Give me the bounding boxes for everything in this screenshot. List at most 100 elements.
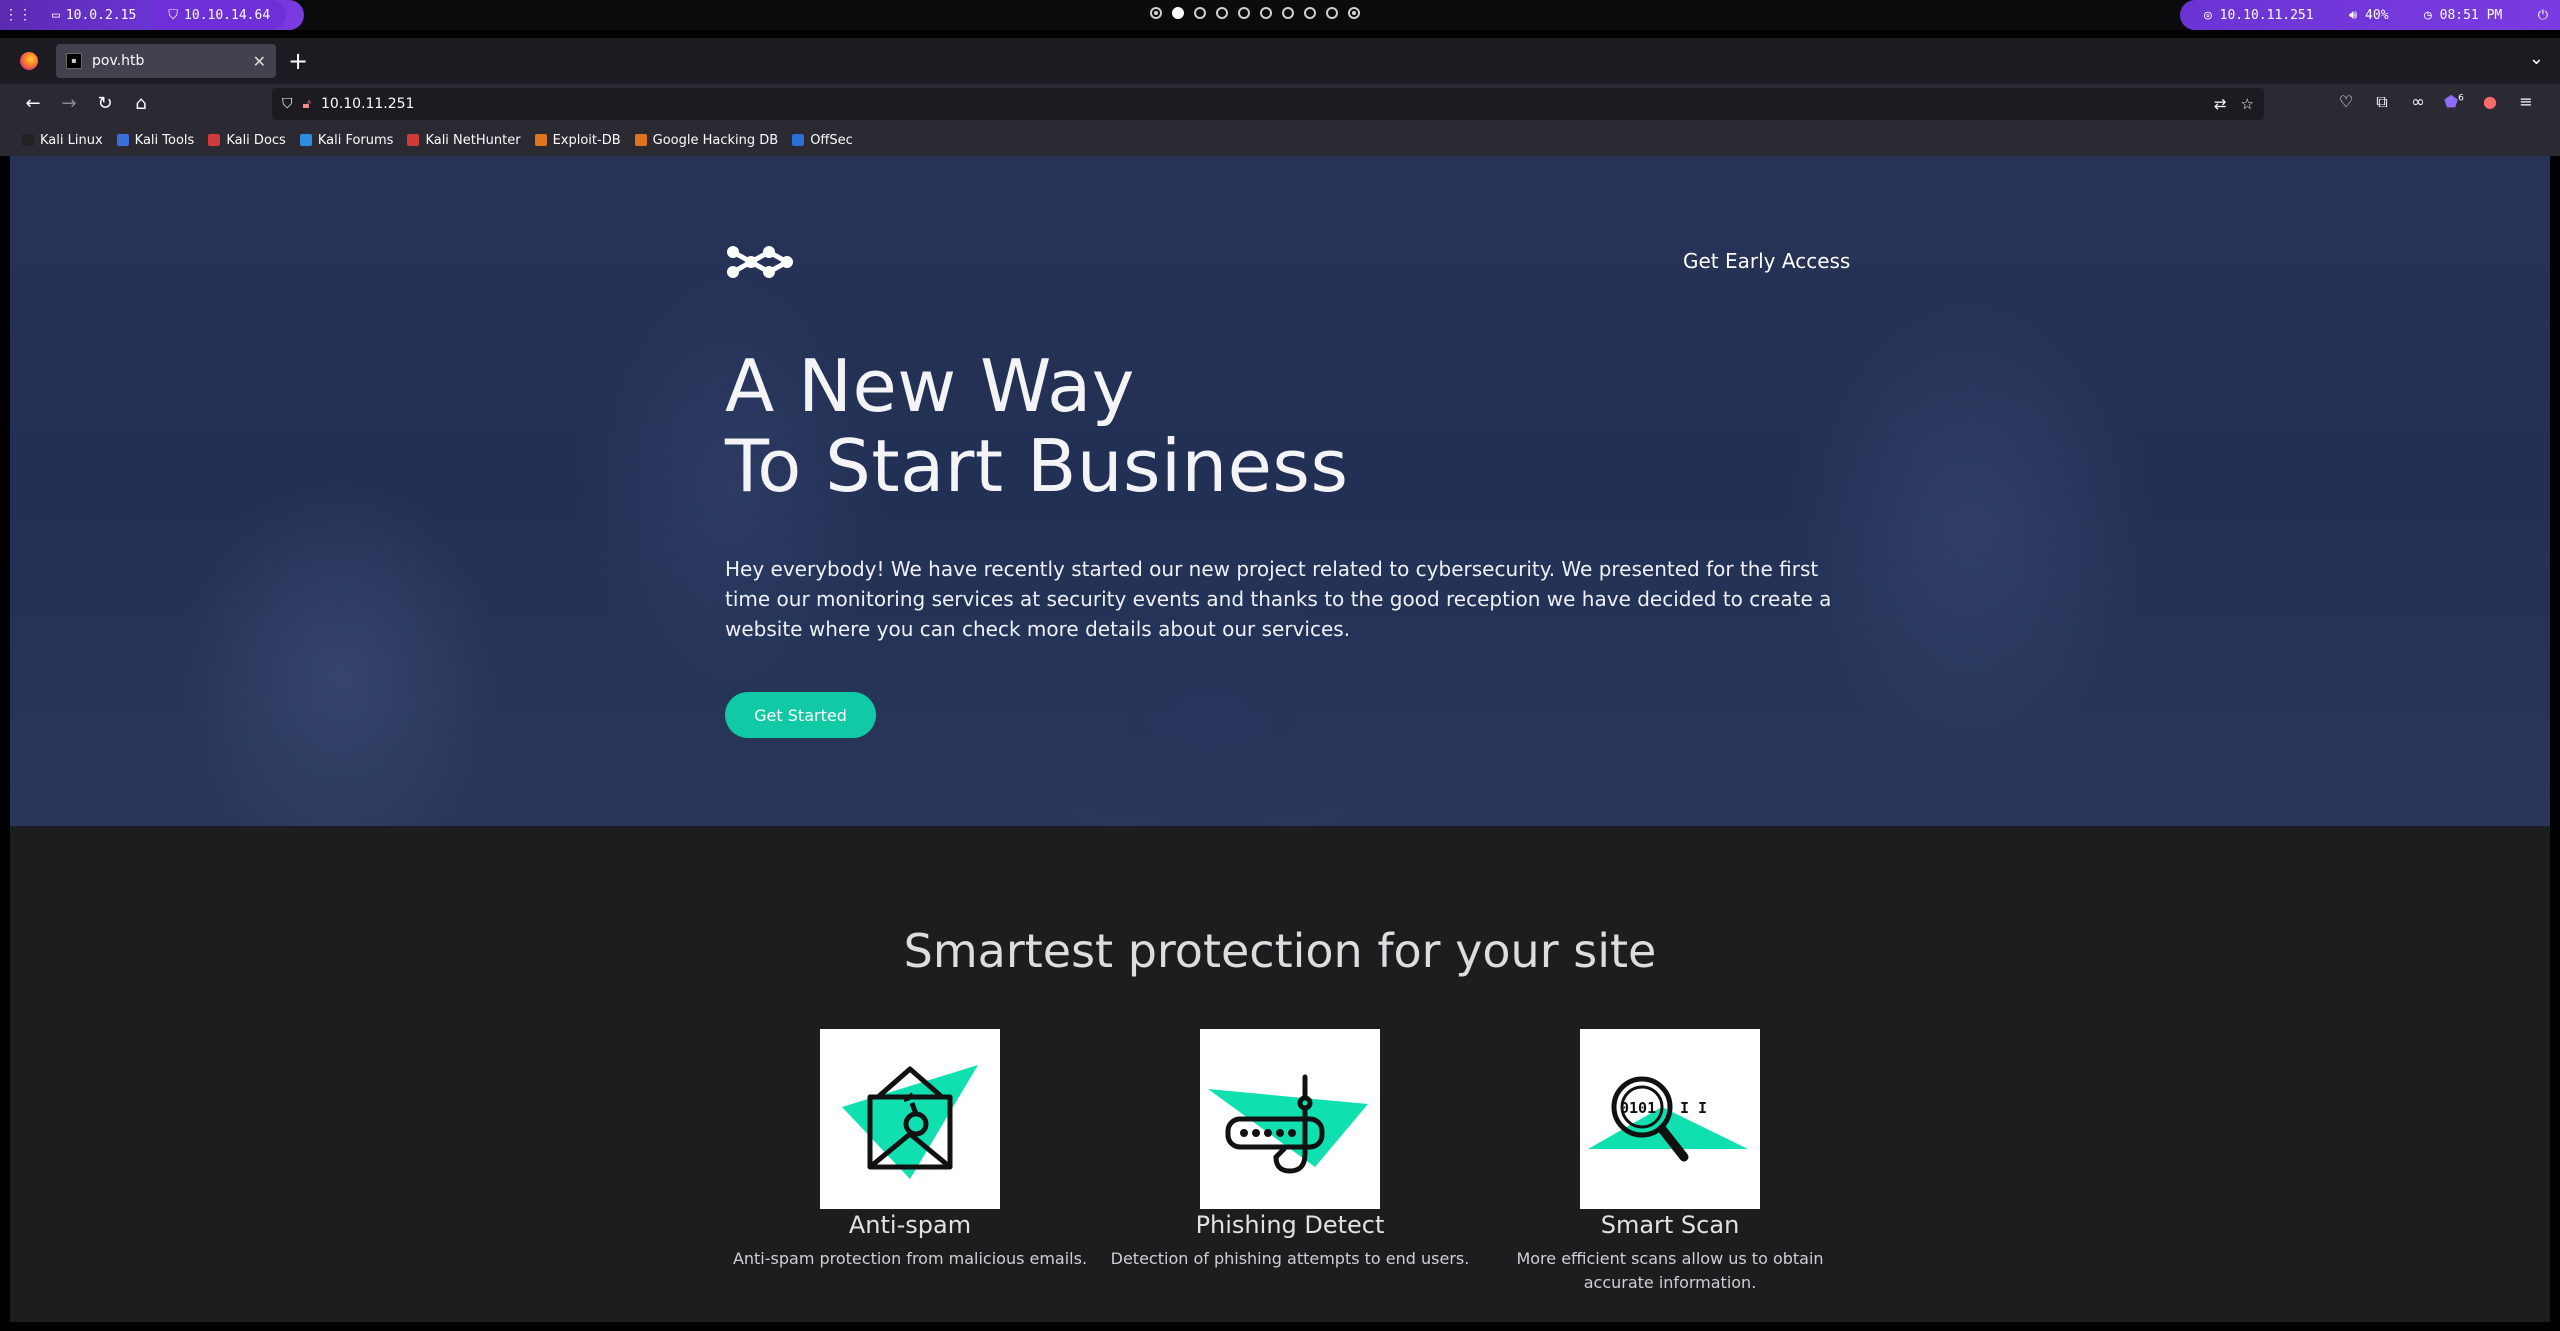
bookmark-item[interactable]: Exploit-DB (534, 132, 621, 148)
extension-badge: 6 (2458, 93, 2464, 104)
app-menu-icon[interactable]: ≡ (2514, 92, 2538, 111)
target-ip-text: 10.10.11.251 (2219, 7, 2314, 23)
bookmark-item[interactable]: OffSec (792, 133, 853, 148)
workspace-dot-4[interactable] (1216, 7, 1228, 19)
bookmark-item[interactable]: Kali NetHunter (407, 132, 521, 148)
close-tab-icon[interactable]: ✕ (253, 52, 266, 71)
hero-heading-line-1: A New Way (725, 344, 1135, 428)
reload-icon[interactable]: ↻ (93, 92, 117, 116)
foxyproxy-icon[interactable]: ∞ (2406, 92, 2430, 111)
vpn-ip-indicator: ▭ 10.0.2.15 (36, 0, 152, 30)
bookmark-item[interactable]: Google Hacking DB (634, 132, 779, 148)
bookmark-label: Google Hacking DB (652, 132, 779, 148)
status-pill: ◎ 10.10.11.251 🔊︎ 40% ◷ 08:51 PM ⏻ (2180, 0, 2560, 30)
web-page: Get Early Access A New Way To Start Busi… (10, 156, 2550, 1322)
bookmark-favicon-icon (407, 134, 420, 146)
tun-ip-text: 10.10.14.64 (184, 7, 271, 23)
bookmark-favicon-icon (22, 134, 34, 146)
svg-text:I I: I I (1680, 1099, 1707, 1117)
tab-title: pov.htb (92, 53, 145, 69)
workspace-dot-9[interactable] (1326, 7, 1338, 19)
back-arrow-icon[interactable]: ← (21, 92, 45, 116)
workspace-dot-6[interactable] (1260, 7, 1272, 19)
get-started-button[interactable]: Get Started (725, 692, 876, 738)
phishing-hook-icon (1200, 1029, 1380, 1209)
insecure-lock-icon[interactable]: 🔓︎ (303, 97, 311, 112)
network-pill: ⋮⋮ ▭ 10.0.2.15 ⛉ 10.10.14.64 (0, 0, 304, 30)
target-ip-indicator: ◎ 10.10.11.251 (2204, 7, 2314, 23)
bookmark-label: OffSec (810, 132, 853, 148)
bookmark-label: Kali NetHunter (425, 132, 521, 148)
hero-section: Get Early Access A New Way To Start Busi… (10, 156, 2550, 826)
pocket-icon[interactable]: ♡ (2334, 92, 2358, 111)
new-tab-button[interactable]: + (288, 46, 308, 76)
bookmark-item[interactable]: Kali Linux (22, 133, 103, 148)
browser-nav-bar: ← → ↻ ⌂ ⛉ 🔓︎ 10.10.11.251 ⇄ ☆ ♡ ⧉ ∞ ⬟6 ●… (0, 84, 2560, 124)
url-text[interactable]: 10.10.11.251 (321, 96, 2200, 112)
feature-card-smart-scan: 0101 I I Smart Scan More efficient scans … (1480, 1029, 1860, 1295)
volume-indicator[interactable]: 🔊︎ 40% (2349, 8, 2389, 23)
envelope-bomb-icon (820, 1029, 1000, 1209)
hero-heading-line-2: To Start Business (725, 424, 1349, 508)
workspace-dot-2[interactable] (1172, 7, 1184, 19)
list-all-tabs-chevron-icon[interactable]: ⌄ (2529, 48, 2544, 69)
bookmark-item[interactable]: Kali Forums (299, 132, 394, 148)
hero-description: Hey everybody! We have recently started … (725, 557, 1832, 641)
extension-icon[interactable]: ● (2478, 92, 2502, 111)
bookmark-label: Kali Docs (226, 132, 286, 148)
feature-card-anti-spam: Anti-spam Anti-spam protection from mali… (720, 1029, 1100, 1271)
desktop-top-bar: ⋮⋮ ▭ 10.0.2.15 ⛉ 10.10.14.64 ◎ 10.10.11.… (0, 0, 2560, 30)
shield-icon: ⛉ (168, 7, 179, 23)
app-grid-icon[interactable]: ⋮⋮ (0, 7, 36, 23)
bookmark-label: Kali Tools (134, 132, 195, 148)
bookmark-label: Kali Forums (317, 132, 394, 148)
vpn-ip-text: 10.0.2.15 (65, 7, 137, 23)
features-heading: Smartest protection for your site (903, 924, 1657, 978)
bookmark-favicon-icon (634, 134, 647, 146)
tracking-shield-icon[interactable]: ⛉ (282, 96, 293, 112)
feature-description: Anti-spam protection from malicious emai… (732, 1249, 1088, 1268)
features-section: Smartest protection for your site Anti-s… (10, 826, 2550, 1322)
feature-title: Smart Scan (1600, 1211, 1740, 1239)
get-early-access-link[interactable]: Get Early Access (1683, 249, 1850, 273)
svg-text:0101: 0101 (1620, 1099, 1656, 1117)
site-logo-icon[interactable] (725, 240, 795, 284)
bookmark-label: Kali Linux (40, 132, 103, 148)
workspace-dot-3[interactable] (1194, 7, 1206, 19)
bookmarks-bar: Kali Linux Kali Tools Kali Docs Kali Forums… (0, 124, 2560, 156)
power-icon[interactable]: ⏻ (2538, 8, 2548, 23)
bookmark-item[interactable]: Kali Tools (116, 132, 195, 148)
monitor-icon: ▭ (52, 7, 60, 23)
forward-arrow-icon[interactable]: → (57, 92, 81, 116)
ublock-icon[interactable]: ⬟6 (2442, 92, 2466, 111)
tab-pov-htb[interactable]: ▪ pov.htb ✕ (56, 44, 276, 78)
feature-card-phishing-detect: Phishing Detect Detection of phishing at… (1100, 1029, 1480, 1271)
bookmark-item[interactable]: Kali Docs (208, 133, 286, 148)
feature-description: Detection of phishing attempts to end us… (1110, 1249, 1470, 1268)
workspace-switcher[interactable] (1150, 7, 1360, 19)
bookmark-favicon-icon (299, 134, 312, 146)
feature-title: Anti-spam (848, 1211, 972, 1239)
clock-indicator: ◷ 08:51 PM (2423, 7, 2503, 23)
bookmark-favicon-icon (208, 134, 221, 146)
bookmark-favicon-icon (534, 134, 547, 146)
workspace-dot-1[interactable] (1150, 7, 1162, 19)
bookmark-label: Exploit-DB (552, 132, 621, 148)
browser-tab-bar: ▪ pov.htb ✕ + ⌄ (0, 38, 2560, 84)
address-bar[interactable]: ⛉ 🔓︎ 10.10.11.251 ⇄ ☆ (272, 88, 2264, 120)
translate-icon[interactable]: ⇄ (2214, 95, 2227, 113)
tun-ip-indicator: ⛉ 10.10.14.64 (152, 0, 287, 30)
workspace-dot-10[interactable] (1348, 7, 1360, 19)
feature-description: More efficient scans allow us to obtain … (1516, 1249, 1824, 1292)
extensions-puzzle-icon[interactable]: ⧉ (2370, 92, 2394, 112)
clock-text: 08:51 PM (2439, 7, 2503, 23)
bookmark-star-icon[interactable]: ☆ (2241, 95, 2254, 113)
bookmark-favicon-icon (116, 134, 129, 146)
hero-heading: A New Way To Start Business (725, 346, 1348, 506)
home-icon[interactable]: ⌂ (129, 92, 153, 116)
magnifier-binary-icon: 0101 I I (1580, 1029, 1760, 1209)
workspace-dot-5[interactable] (1238, 7, 1250, 19)
feature-title: Phishing Detect (1195, 1211, 1385, 1239)
workspace-dot-8[interactable] (1304, 7, 1316, 19)
workspace-dot-7[interactable] (1282, 7, 1294, 19)
